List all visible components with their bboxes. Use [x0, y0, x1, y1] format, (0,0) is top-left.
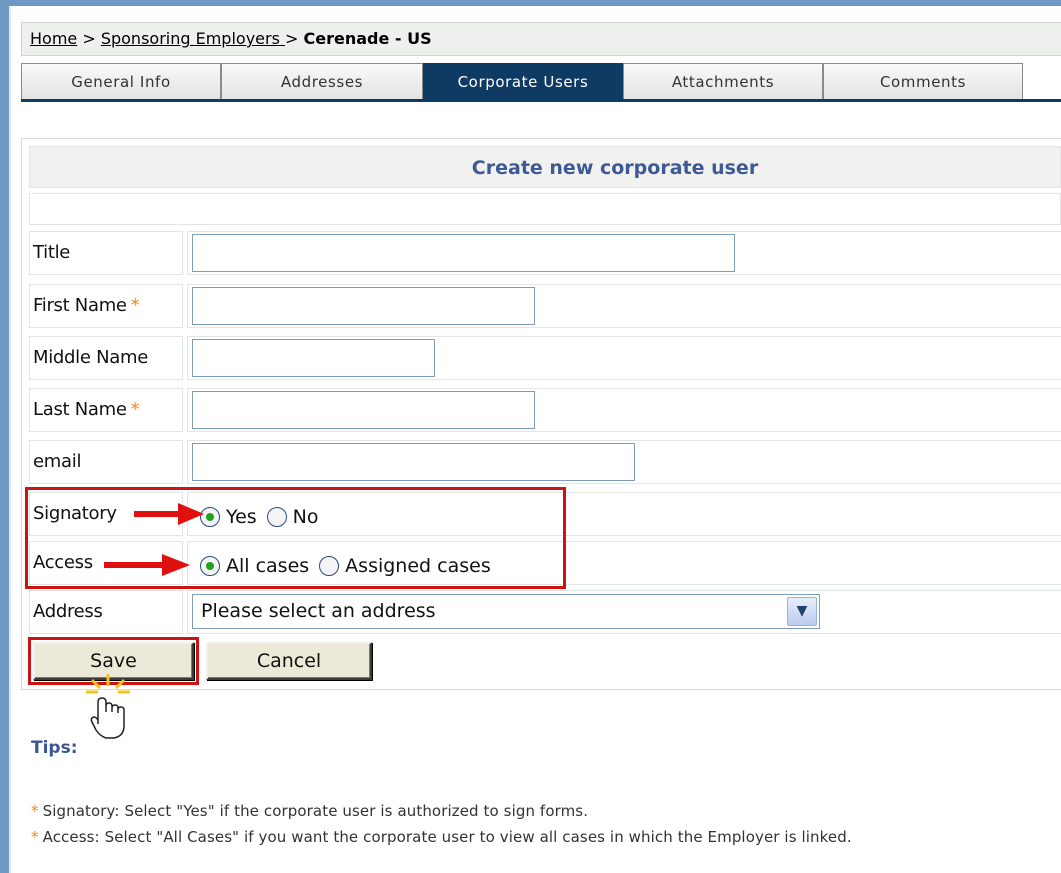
tab-addresses[interactable]: Addresses	[221, 63, 423, 99]
title-input[interactable]	[192, 234, 735, 272]
email-input[interactable]	[192, 443, 635, 481]
title-label-text: Title	[33, 242, 71, 263]
window-frame-left-inner	[9, 6, 11, 873]
tip-text: Signatory: Select "Yes" if the corporate…	[42, 802, 589, 820]
middle-name-input[interactable]	[192, 339, 435, 377]
tip-item: * Access: Select "All Cases" if you want …	[31, 828, 852, 846]
tips-title: Tips:	[31, 738, 78, 758]
middle-name-label-text: Middle Name	[33, 347, 148, 368]
window-frame-left	[0, 0, 9, 873]
star-icon: *	[31, 802, 39, 820]
middle-name-label: Middle Name	[29, 336, 183, 380]
cancel-button[interactable]: Cancel	[206, 642, 372, 680]
tab-underline	[21, 99, 1061, 102]
last-name-label: Last Name *	[29, 388, 183, 432]
email-label: email	[29, 440, 183, 484]
first-name-label-text: First Name	[33, 295, 127, 316]
tip-text: Access: Select "All Cases" if you want t…	[42, 828, 852, 846]
address-select-value: Please select an address	[201, 600, 436, 622]
tip-item: * Signatory: Select "Yes" if the corporat…	[31, 802, 588, 820]
first-name-label: First Name *	[29, 284, 183, 328]
tab-bar: General Info Addresses Corporate Users A…	[21, 63, 1061, 102]
star-icon: *	[31, 828, 39, 846]
address-label: Address	[29, 590, 183, 634]
chevron-down-icon[interactable]: ▼	[787, 597, 817, 626]
breadcrumb-employers-link[interactable]: Sponsoring Employers	[101, 29, 285, 48]
window-frame-top	[0, 0, 1061, 6]
breadcrumb-separator: >	[285, 29, 304, 48]
tab-corporate-users[interactable]: Corporate Users	[423, 63, 623, 99]
breadcrumb-separator: >	[77, 29, 101, 48]
tab-general-info[interactable]: General Info	[21, 63, 221, 99]
annotation-arrow-icon	[104, 554, 190, 576]
last-name-input[interactable]	[192, 391, 535, 429]
required-icon: *	[130, 295, 140, 316]
last-name-label-text: Last Name	[33, 399, 127, 420]
breadcrumb-current: Cerenade - US	[303, 29, 432, 48]
address-select[interactable]: Please select an address ▼	[192, 594, 820, 629]
tab-comments[interactable]: Comments	[823, 63, 1023, 99]
breadcrumb: Home > Sponsoring Employers > Cerenade -…	[21, 22, 1061, 56]
first-name-input[interactable]	[192, 287, 535, 325]
address-label-text: Address	[33, 601, 103, 622]
email-label-text: email	[33, 451, 82, 472]
click-cursor-icon	[86, 674, 130, 739]
annotation-arrow-icon	[134, 503, 204, 525]
tab-attachments[interactable]: Attachments	[623, 63, 823, 99]
form-subheader	[29, 193, 1061, 225]
breadcrumb-home-link[interactable]: Home	[30, 29, 77, 48]
title-label: Title	[29, 231, 183, 275]
required-icon: *	[130, 399, 140, 420]
form-title: Create new corporate user	[29, 146, 1061, 188]
